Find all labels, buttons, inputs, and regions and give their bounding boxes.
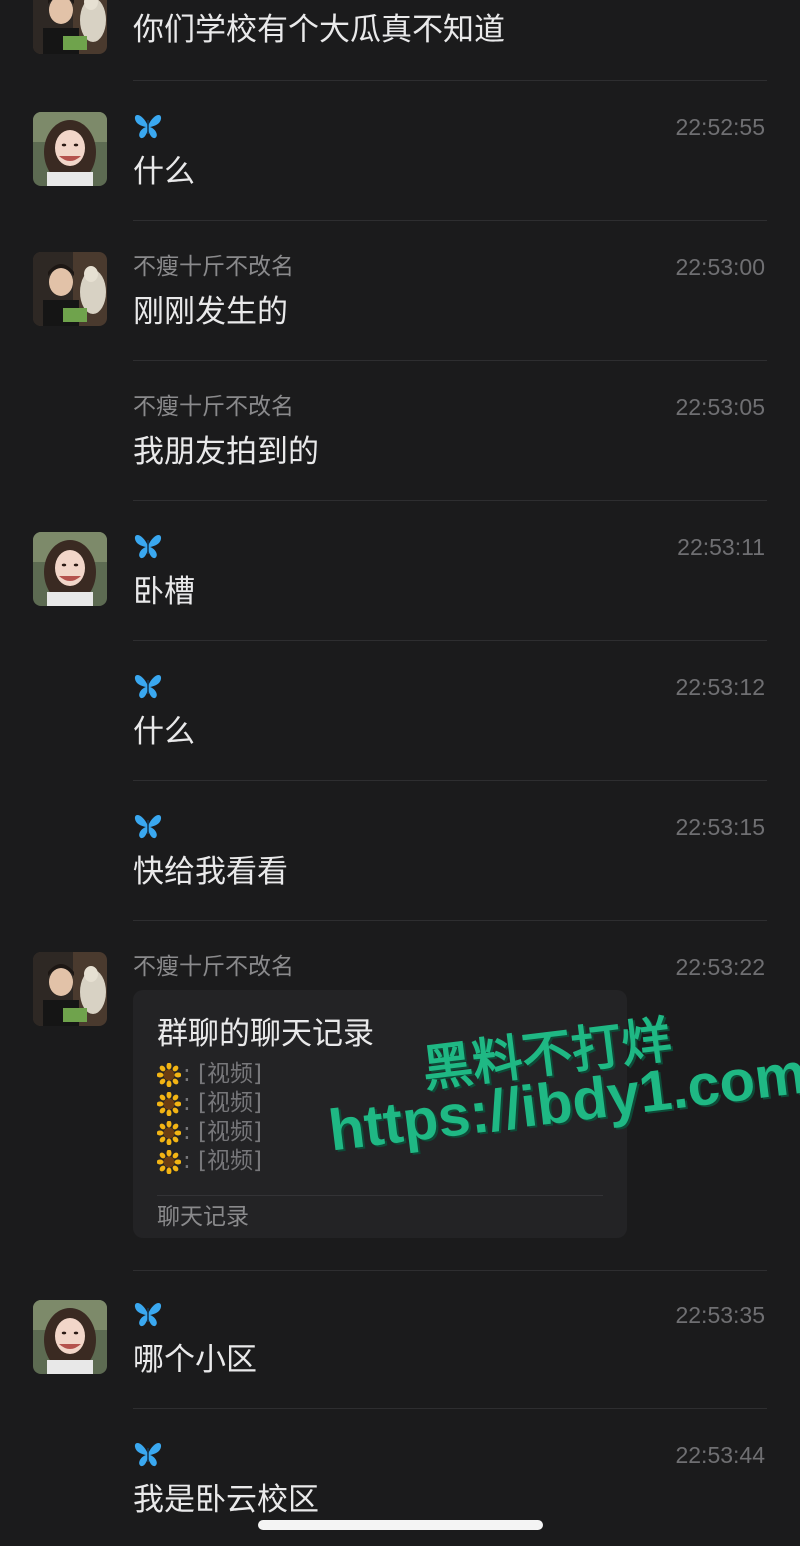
card-title: 群聊的聊天记录	[157, 1016, 374, 1052]
card-line: : [视频]	[157, 1060, 262, 1089]
avatar[interactable]	[33, 252, 107, 326]
card-footer: 聊天记录	[157, 1204, 249, 1230]
message-time: 22:53:15	[675, 814, 765, 840]
message-item: 22:53:15 快给我看看	[0, 812, 800, 952]
home-indicator[interactable]	[258, 1520, 543, 1530]
divider	[133, 500, 767, 501]
sunflower-icon	[157, 1063, 181, 1087]
divider	[133, 1270, 767, 1271]
butterfly-icon	[133, 532, 163, 560]
sender-name[interactable]: 不瘦十斤不改名	[133, 252, 294, 282]
card-divider	[157, 1195, 603, 1196]
butterfly-icon	[133, 1300, 163, 1328]
message-time: 22:53:11	[677, 534, 765, 560]
message-text: 快给我看看	[133, 854, 288, 890]
message-text: 什么	[133, 154, 195, 190]
message-item: 22:53:11 卧槽	[0, 532, 800, 672]
message-time: 22:53:22	[675, 954, 765, 980]
card-line: : [视频]	[157, 1147, 262, 1176]
message-time: 22:53:12	[675, 674, 765, 700]
butterfly-icon	[133, 1440, 163, 1468]
message-text: 哪个小区	[133, 1342, 257, 1378]
message-time: 22:53:35	[675, 1302, 765, 1328]
message-text: 刚刚发生的	[133, 294, 288, 330]
message-text: 你们学校有个大瓜真不知道	[133, 12, 505, 48]
divider	[133, 80, 767, 81]
sunflower-icon	[157, 1121, 181, 1145]
boy-avatar-icon	[33, 252, 107, 326]
sender-name[interactable]: 不瘦十斤不改名	[133, 392, 294, 422]
avatar[interactable]	[33, 0, 107, 54]
sender-name[interactable]: 不瘦十斤不改名	[133, 952, 294, 982]
sunflower-icon	[157, 1150, 181, 1174]
message-time: 22:52:55	[675, 114, 765, 140]
avatar[interactable]	[33, 1300, 107, 1374]
boy-avatar-icon	[33, 952, 107, 1026]
divider	[133, 360, 767, 361]
boy-avatar-icon	[33, 0, 107, 54]
message-item: 22:53:12 什么	[0, 672, 800, 812]
girl-avatar-icon	[33, 1300, 107, 1374]
girl-avatar-icon	[33, 532, 107, 606]
avatar[interactable]	[33, 532, 107, 606]
message-item: 你们学校有个大瓜真不知道	[0, 0, 800, 120]
message-item: 22:53:35 哪个小区	[0, 1300, 800, 1440]
divider	[133, 780, 767, 781]
divider	[133, 920, 767, 921]
butterfly-icon	[133, 672, 163, 700]
card-line: : [视频]	[157, 1118, 262, 1147]
message-time: 22:53:44	[675, 1442, 765, 1468]
message-item: 不瘦十斤不改名 22:53:05 我朋友拍到的	[0, 392, 800, 532]
message-time: 22:53:00	[675, 254, 765, 280]
avatar[interactable]	[33, 952, 107, 1026]
message-text: 我朋友拍到的	[133, 434, 319, 470]
message-text: 什么	[133, 714, 195, 750]
sunflower-icon	[157, 1092, 181, 1116]
message-text: 我是卧云校区	[133, 1482, 319, 1518]
divider	[133, 640, 767, 641]
divider	[133, 220, 767, 221]
girl-avatar-icon	[33, 112, 107, 186]
card-line: : [视频]	[157, 1089, 262, 1118]
message-item: 不瘦十斤不改名 22:53:00 刚刚发生的	[0, 252, 800, 392]
divider	[133, 1408, 767, 1409]
butterfly-icon	[133, 112, 163, 140]
message-text: 卧槽	[133, 574, 195, 610]
butterfly-icon	[133, 812, 163, 840]
avatar[interactable]	[33, 112, 107, 186]
message-time: 22:53:05	[675, 394, 765, 420]
message-item: 22:52:55 什么	[0, 112, 800, 252]
